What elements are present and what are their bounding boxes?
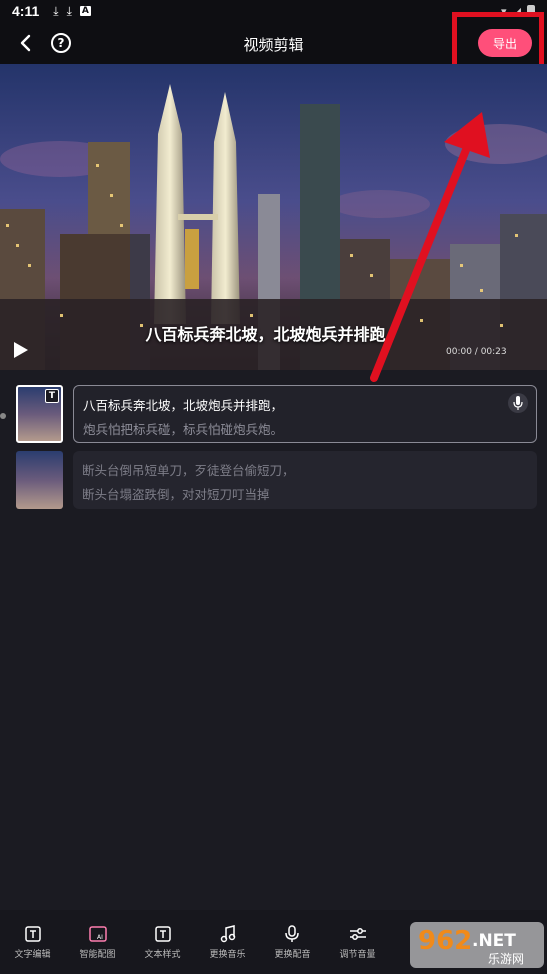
tool-label: 智能配图 [79, 949, 116, 960]
music-icon [219, 924, 237, 943]
tool-label: 文本样式 [144, 949, 181, 960]
tool-label: 文字编辑 [14, 949, 51, 960]
tool-ai-image[interactable]: AI 智能配图 [65, 910, 130, 974]
video-subtitle: 八百标兵奔北坡，北坡炮兵并排跑， [145, 325, 402, 344]
signal-icon: ◢ [512, 4, 521, 18]
clip-line-1: 八百标兵奔北坡，北坡炮兵并排跑， [83, 398, 284, 413]
watermark-logo: 962 .NET 乐游网 [408, 918, 546, 970]
a-icon: A [79, 6, 91, 16]
text-style-icon [154, 925, 172, 943]
clip-line-1: 断头台倒吊短单刀，歹徒登台偷短刀， [82, 463, 295, 478]
status-time: 4:11 [12, 3, 40, 19]
watermark-brand: 962 [418, 926, 472, 956]
mic-button[interactable] [508, 393, 528, 413]
clip-text-field[interactable]: 断头台倒吊短单刀，歹徒登台偷短刀， 断头台塌盗跌倒，对对短刀叮当掉 [73, 451, 537, 509]
export-button[interactable]: 导出 [478, 29, 532, 57]
voice-icon [284, 924, 302, 943]
text-badge: T [45, 389, 59, 403]
clip-line-2: 断头台塌盗跌倒，对对短刀叮当掉 [82, 487, 270, 502]
download-icon: ⤓ [53, 3, 59, 18]
header: ? 视频剪辑 导出 [0, 22, 547, 64]
tool-text-edit[interactable]: 文字编辑 [0, 910, 65, 974]
volume-adjust-icon [349, 925, 367, 943]
watermark-sub: 乐游网 [488, 952, 524, 966]
status-bar: 4:11 ⤓ ⤓ A ▾ ◢ [0, 0, 547, 22]
tool-label: 更换音乐 [209, 949, 246, 960]
status-notification-icons: ⤓ ⤓ A [53, 4, 91, 19]
drag-handle[interactable] [0, 413, 6, 419]
ai-image-icon: AI [88, 925, 107, 943]
video-time: 00:00 / 00:23 [446, 347, 507, 357]
status-system-icons: ▾ ◢ [501, 5, 535, 18]
tool-label: 调节音量 [339, 949, 376, 960]
page-title: 视频剪辑 [243, 36, 304, 54]
watermark-suffix: .NET [472, 931, 516, 951]
tool-adjust-volume[interactable]: 调节音量 [325, 910, 390, 974]
text-edit-icon [24, 925, 42, 943]
battery-icon [527, 5, 535, 17]
clip-thumbnail[interactable]: T [16, 385, 63, 443]
tool-change-voice[interactable]: 更换配音 [260, 910, 325, 974]
svg-text:AI: AI [97, 934, 103, 941]
tool-change-music[interactable]: 更换音乐 [195, 910, 260, 974]
tool-label: 更换配音 [274, 949, 311, 960]
microphone-icon [513, 396, 523, 410]
clip-text-field[interactable]: 八百标兵奔北坡，北坡炮兵并排跑， 炮兵怕把标兵碰，标兵怕碰炮兵炮。 [73, 385, 537, 443]
wifi-icon: ▾ [501, 4, 507, 18]
video-preview[interactable]: 八百标兵奔北坡，北坡炮兵并排跑， 00:00 / 00:23 [0, 64, 547, 370]
play-icon[interactable] [14, 342, 28, 358]
clip-thumbnail[interactable] [16, 451, 63, 509]
tool-text-style[interactable]: 文本样式 [130, 910, 195, 974]
download-icon: ⤓ [66, 3, 72, 18]
clip-line-2: 炮兵怕把标兵碰，标兵怕碰炮兵炮。 [83, 422, 284, 437]
